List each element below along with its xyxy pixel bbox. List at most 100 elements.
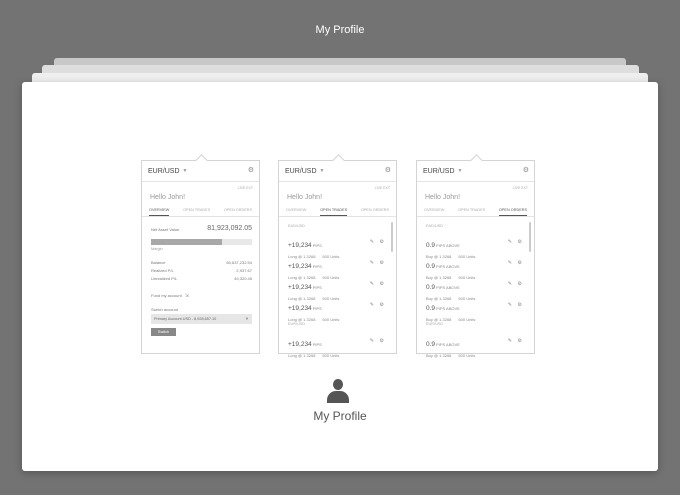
overview-body: Net Asset Value 81,923,092.05 Margin Bal… [142,218,259,353]
currency-pair-select[interactable]: EUR/USD [285,168,317,175]
order-row: 0.9PIPS ABOVE Buy @ 1.3268 500 Units ✎ ⚙ [426,234,522,259]
fund-account-link[interactable]: Fund my account ⇲ [151,293,189,299]
order-units: 500 Units [458,317,476,322]
net-asset-label: Net Asset Value [151,227,180,232]
trade-unit: PIPS [312,342,322,347]
cog-icon[interactable]: ⚙ [380,239,384,245]
pencil-icon[interactable]: ✎ [370,260,374,266]
switch-account-select[interactable]: Primary Account USD - 8,928,657.10 ▼ [151,314,252,324]
tab-open-trades[interactable]: OPEN TRADES [320,206,348,216]
tab-overview[interactable]: OVERVIEW [424,206,444,216]
chevron-down-icon[interactable]: ▼ [458,168,463,174]
pencil-icon[interactable]: ✎ [508,302,512,308]
greeting: Hello John! [425,194,461,201]
tab-overview[interactable]: OVERVIEW [286,206,306,216]
trade-row: +19,234PIPS Long @ 1.3268 500 Units ✎ ⚙ [288,255,384,280]
cog-icon[interactable]: ⚙ [518,239,522,245]
order-row: 0.9PIPS ABOVE Buy @ 1.3268 500 Units ✎ ⚙ [426,276,522,301]
tab-open-trades[interactable]: OPEN TRADES [183,206,210,216]
trade-row: +19,234PIPS Long @ 1.3268 500 Units ✎ ⚙ [288,333,384,358]
fund-account-label: Fund my account [151,293,182,298]
cog-icon[interactable]: ⚙ [380,260,384,266]
order-unit: PIPS ABOVE [436,264,460,269]
gear-icon[interactable]: ⚙ [248,166,254,174]
stat-realized-pl: Realized P/L 2,937.67 [151,268,252,275]
tab-bar: OVERVIEW OPEN TRADES OPEN ORDERS [417,206,534,217]
order-unit: PIPS ABOVE [436,306,460,311]
trade-unit: PIPS [312,285,322,290]
scrollbar[interactable] [529,222,531,252]
group-label: EAD/USD [288,224,305,228]
gear-icon[interactable]: ⚙ [385,166,391,174]
profile-title: My Profile [313,409,367,423]
trade-row: +19,234PIPS Long @ 1.3268 500 Units ✎ ⚙ [288,276,384,301]
pencil-icon[interactable]: ✎ [508,239,512,245]
order-row: 0.9PIPS ABOVE Buy @ 1.3268 500 Units ✎ ⚙ [426,255,522,280]
trade-pips: +19,234 [288,341,312,348]
pencil-icon[interactable]: ✎ [370,281,374,287]
order-unit: PIPS ABOVE [436,342,460,347]
cog-icon[interactable]: ⚙ [518,281,522,287]
pencil-icon[interactable]: ✎ [370,239,374,245]
group-label: EUR/USD [426,322,444,326]
chevron-down-icon[interactable]: ▼ [183,168,188,174]
pencil-icon[interactable]: ✎ [508,260,512,266]
trade-unit: PIPS [312,306,322,311]
greeting: Hello John! [287,194,323,201]
order-pips: 0.9 [426,263,436,270]
order-pips: 0.9 [426,305,436,312]
chevron-down-icon[interactable]: ▼ [320,168,325,174]
stat-balance: Balance 80,637,232.54 [151,260,252,267]
widget-card-overview: EUR/USD ▼ ⚙ LIVE EXT Hello John! OVERVIE… [141,154,260,354]
cog-icon[interactable]: ⚙ [518,338,522,344]
card-header: EUR/USD ▼ ⚙ [142,161,259,182]
pencil-icon[interactable]: ✎ [370,338,374,344]
net-asset-row: Net Asset Value 81,923,092.05 [151,225,252,236]
tab-open-orders[interactable]: OPEN ORDERS [224,206,252,216]
tab-overview[interactable]: OVERVIEW [149,206,170,216]
cog-icon[interactable]: ⚙ [380,302,384,308]
currency-pair-select[interactable]: EUR/USD [423,168,455,175]
order-pips: 0.9 [426,284,436,291]
stat-label: Realized P/L [151,268,174,273]
trade-pips: +19,234 [288,305,312,312]
tab-bar: OVERVIEW OPEN TRADES OPEN ORDERS [142,206,259,217]
cog-icon[interactable]: ⚙ [380,338,384,344]
pencil-icon[interactable]: ✎ [370,302,374,308]
trade-pips: +19,234 [288,242,312,249]
cog-icon[interactable]: ⚙ [518,260,522,266]
currency-pair-select[interactable]: EUR/USD [148,168,180,175]
orders-body: EAD/USD 0.9PIPS ABOVE Buy @ 1.3268 500 Un… [417,218,534,358]
gear-icon[interactable]: ⚙ [523,166,529,174]
account-meta: LIVE EXT [512,186,528,190]
caret-down-icon: ▼ [245,316,249,321]
trade-pips: +19,234 [288,284,312,291]
avatar-head [333,379,343,390]
pencil-icon[interactable]: ✎ [508,281,512,287]
stat-value: 49,320.45 [234,276,252,281]
trades-body: EAD/USD +19,234PIPS Long @ 1.3268 500 Uni… [279,218,396,358]
user-avatar-icon [327,379,349,403]
margin-bar [151,239,252,245]
order-pips: 0.9 [426,341,436,348]
tab-open-trades[interactable]: OPEN TRADES [458,206,485,216]
trade-units: 500 Units [322,317,340,322]
external-link-icon: ⇲ [184,293,189,299]
scrollbar[interactable] [391,222,393,252]
switch-button[interactable]: Switch [151,328,176,336]
trade-pips: +19,234 [288,263,312,270]
tab-open-orders[interactable]: OPEN ORDERS [498,206,527,216]
order-unit: PIPS ABOVE [436,285,460,290]
pencil-icon[interactable]: ✎ [508,338,512,344]
order-pips: 0.9 [426,242,436,249]
cog-icon[interactable]: ⚙ [380,281,384,287]
cog-icon[interactable]: ⚙ [518,302,522,308]
stat-label: Balance [151,260,166,265]
tab-open-orders[interactable]: OPEN ORDERS [361,206,389,216]
widget-card-open-trades: EUR/USD ▼ ⚙ LIVE EXT Hello John! OVERVIE… [278,154,397,358]
trade-units: 500 Units [322,353,340,358]
order-entry: Buy @ 1.3268 [426,353,452,358]
trade-row: +19,234PIPS Long @ 1.3268 500 Units ✎ ⚙ [288,297,384,322]
card-header: EUR/USD ▼ ⚙ [279,161,396,182]
page-title: My Profile [315,24,365,36]
